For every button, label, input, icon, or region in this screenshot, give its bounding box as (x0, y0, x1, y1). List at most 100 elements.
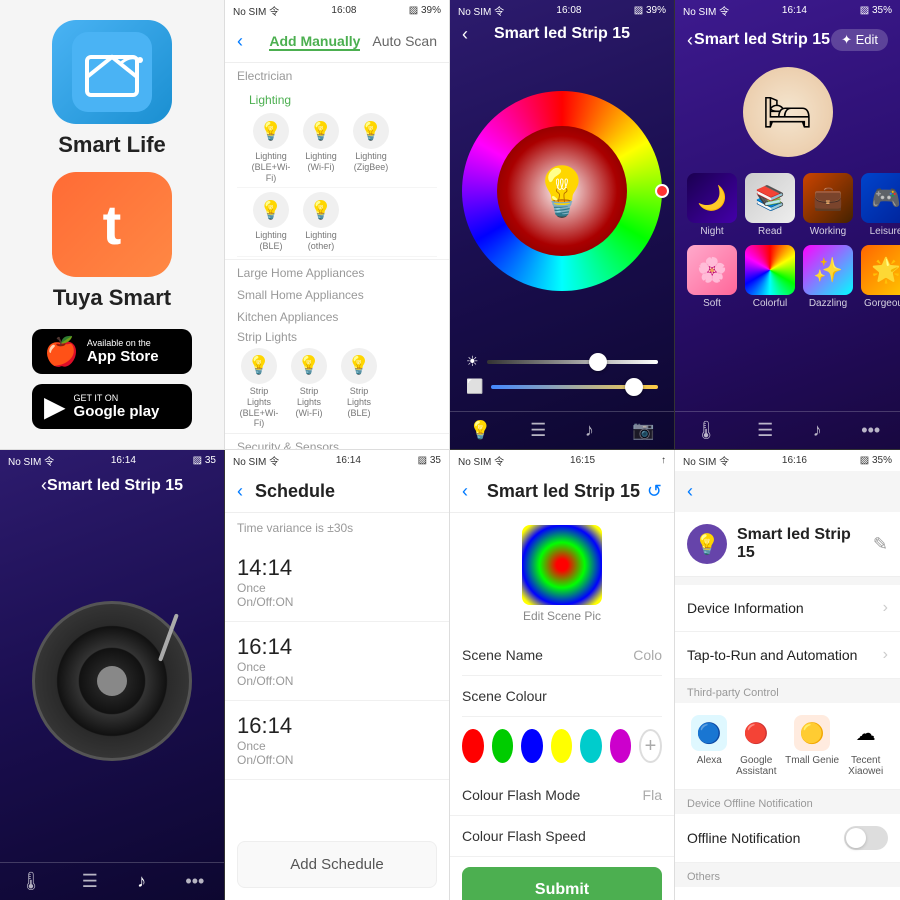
status-time-5: 16:14 (111, 455, 136, 466)
scene-dazzling[interactable]: ✨ Dazzling (803, 245, 853, 309)
status-sim-3: No SIM 令 (458, 3, 504, 18)
back-button-6[interactable]: ‹ (237, 481, 243, 502)
status-sim-2: No SIM 令 (233, 3, 279, 18)
scene-working[interactable]: 💼 Working (803, 173, 853, 237)
back-button-8[interactable]: ‹ (687, 481, 693, 502)
scene-pic-area: Edit Scene Pic (450, 513, 674, 635)
add-color-button[interactable]: + (639, 729, 662, 763)
app-store-text: Available on the App Store (87, 338, 159, 365)
status-bar-8: No SIM 令 16:16 ▨ 35% (675, 450, 900, 471)
cat-small-home[interactable]: Small Home Appliances (225, 282, 449, 304)
brightness-track[interactable] (487, 360, 658, 364)
color-yellow[interactable] (551, 729, 573, 763)
back-button-7[interactable]: ‹ (462, 481, 468, 502)
scene-grid: 🌙 Night 📚 Read 💼 Working 🎮 Leisure 🌸 Sof… (675, 165, 900, 317)
device-edit-icon[interactable]: ✎ (873, 534, 888, 555)
tuya-title: Tuya Smart (53, 285, 171, 311)
status-bar-3: No SIM 令 16:08 ▨ 39% (450, 0, 674, 21)
scene-colorful[interactable]: Colorful (745, 245, 795, 309)
third-party-google[interactable]: 🔴 GoogleAssistant (736, 715, 777, 777)
google-play-badge[interactable]: ▶ GET IT ON Google play (32, 384, 192, 429)
cat-electrician[interactable]: Electrician (225, 63, 449, 85)
third-party-tmall[interactable]: 🟡 Tmall Genie (785, 715, 839, 777)
device-info-row[interactable]: Device Information › (675, 585, 900, 632)
scene-read[interactable]: 📚 Read (745, 173, 795, 237)
color-red[interactable] (462, 729, 484, 763)
color-green[interactable] (492, 729, 514, 763)
lighting-ble[interactable]: 💡 Lighting(BLE) (249, 192, 293, 252)
third-party-tecent[interactable]: ☁ TecentXiaowei (848, 715, 884, 777)
brightness-icon: ☀ (466, 353, 479, 370)
strip-icon-2: 💡 (291, 348, 327, 384)
offline-notif-toggle[interactable] (844, 826, 888, 850)
cat-kitchen[interactable]: Kitchen Appliances (225, 304, 449, 326)
label-ble: Lighting(BLE) (255, 230, 287, 252)
scene-soft[interactable]: 🌸 Soft (687, 245, 737, 309)
color-temp-track[interactable] (491, 385, 658, 389)
back-button-2[interactable]: ‹ (237, 31, 243, 52)
apple-icon: 🍎 (44, 335, 79, 368)
device-title-row: 💡 Smart led Strip 15 ✎ (675, 512, 900, 577)
lighting-zigbee[interactable]: 💡 Lighting(ZigBee) (349, 113, 393, 183)
tab-4-more[interactable]: ••• (861, 420, 880, 441)
scene-night[interactable]: 🌙 Night (687, 173, 737, 237)
back-button-4[interactable]: ‹ (687, 30, 693, 51)
tab-5-bulb[interactable]: 🌡 (20, 871, 43, 892)
scene-pic[interactable] (522, 525, 602, 605)
cat-lighting[interactable]: Lighting (237, 87, 437, 109)
scene-thumb-read: 📚 (745, 173, 795, 223)
tab-5-more[interactable]: ••• (185, 871, 204, 892)
status-time-8: 16:16 (782, 455, 807, 466)
status-time-3: 16:08 (556, 5, 581, 16)
strip-wifi[interactable]: 💡 Strip Lights(Wi-Fi) (287, 348, 331, 429)
tab-5-list[interactable]: ☰ (82, 871, 98, 892)
submit-button[interactable]: Submit (462, 867, 662, 900)
color-temp-thumb[interactable] (625, 378, 643, 396)
strip-ble-wifi[interactable]: 💡 Strip Lights(BLE+Wi-Fi) (237, 348, 281, 429)
add-schedule-button[interactable]: Add Schedule (237, 841, 437, 888)
color-magenta[interactable] (610, 729, 632, 763)
vinyl-record (32, 601, 192, 761)
tab-4-bulb[interactable]: 🌡 (695, 420, 718, 441)
app-store-badge[interactable]: 🍎 Available on the App Store (32, 329, 192, 374)
auto-scan-tab[interactable]: Auto Scan (372, 33, 437, 51)
brightness-slider-row: ☀ (466, 353, 658, 370)
add-manually-tab[interactable]: Add Manually (269, 33, 360, 51)
color-blue[interactable] (521, 729, 543, 763)
tab-5-music[interactable]: ♪ (137, 871, 146, 892)
cat-security[interactable]: Security & Sensors (225, 434, 449, 449)
tab-music[interactable]: ♪ (585, 420, 594, 441)
tap-to-run-row[interactable]: Tap-to-Run and Automation › (675, 632, 900, 679)
cat-large-home[interactable]: Large Home Appliances (225, 260, 449, 282)
color-cyan[interactable] (580, 729, 602, 763)
scene-leisure[interactable]: 🎮 Leisure (861, 173, 900, 237)
tap-to-run-label: Tap-to-Run and Automation (687, 647, 857, 663)
back-button-3[interactable]: ‹ (462, 24, 468, 45)
lighting-ble-wifi[interactable]: 💡 Lighting(BLE+Wi-Fi) (249, 113, 293, 183)
strip-ble[interactable]: 💡 Strip Lights(BLE) (337, 348, 381, 429)
google-play-text: GET IT ON Google play (74, 393, 160, 420)
color-selector-dot[interactable] (655, 184, 669, 198)
tmall-label: Tmall Genie (785, 755, 839, 766)
scene-hero-image: 🛏 (743, 67, 833, 157)
tab-bulb[interactable]: 💡 (469, 420, 491, 441)
tab-camera[interactable]: 📷 (632, 420, 654, 441)
vinyl-center (97, 666, 127, 696)
schedule-time-1: 14:14 (237, 555, 437, 581)
color-wheel-area[interactable]: 💡 (450, 37, 674, 345)
tab-4-music[interactable]: ♪ (813, 420, 822, 441)
scene-gorgeous[interactable]: 🌟 Gorgeous (861, 245, 900, 309)
tab-list[interactable]: ☰ (530, 420, 546, 441)
color-wheel[interactable]: 💡 (462, 91, 662, 291)
edit-scene-pic-label[interactable]: Edit Scene Pic (523, 609, 601, 623)
third-party-alexa[interactable]: 🔵 Alexa (691, 715, 727, 777)
share-device-row[interactable]: Share Device › (675, 887, 900, 900)
brightness-thumb[interactable] (589, 353, 607, 371)
lighting-other[interactable]: 💡 Lighting(other) (299, 192, 343, 252)
tab-4-list[interactable]: ☰ (757, 420, 773, 441)
status-battery-2: ▨ 39% (409, 5, 441, 16)
refresh-button[interactable]: ↺ (647, 481, 662, 502)
edit-button-4[interactable]: ✦ Edit (831, 29, 888, 51)
lighting-wifi[interactable]: 💡 Lighting(Wi-Fi) (299, 113, 343, 183)
scene-thumb-working: 💼 (803, 173, 853, 223)
